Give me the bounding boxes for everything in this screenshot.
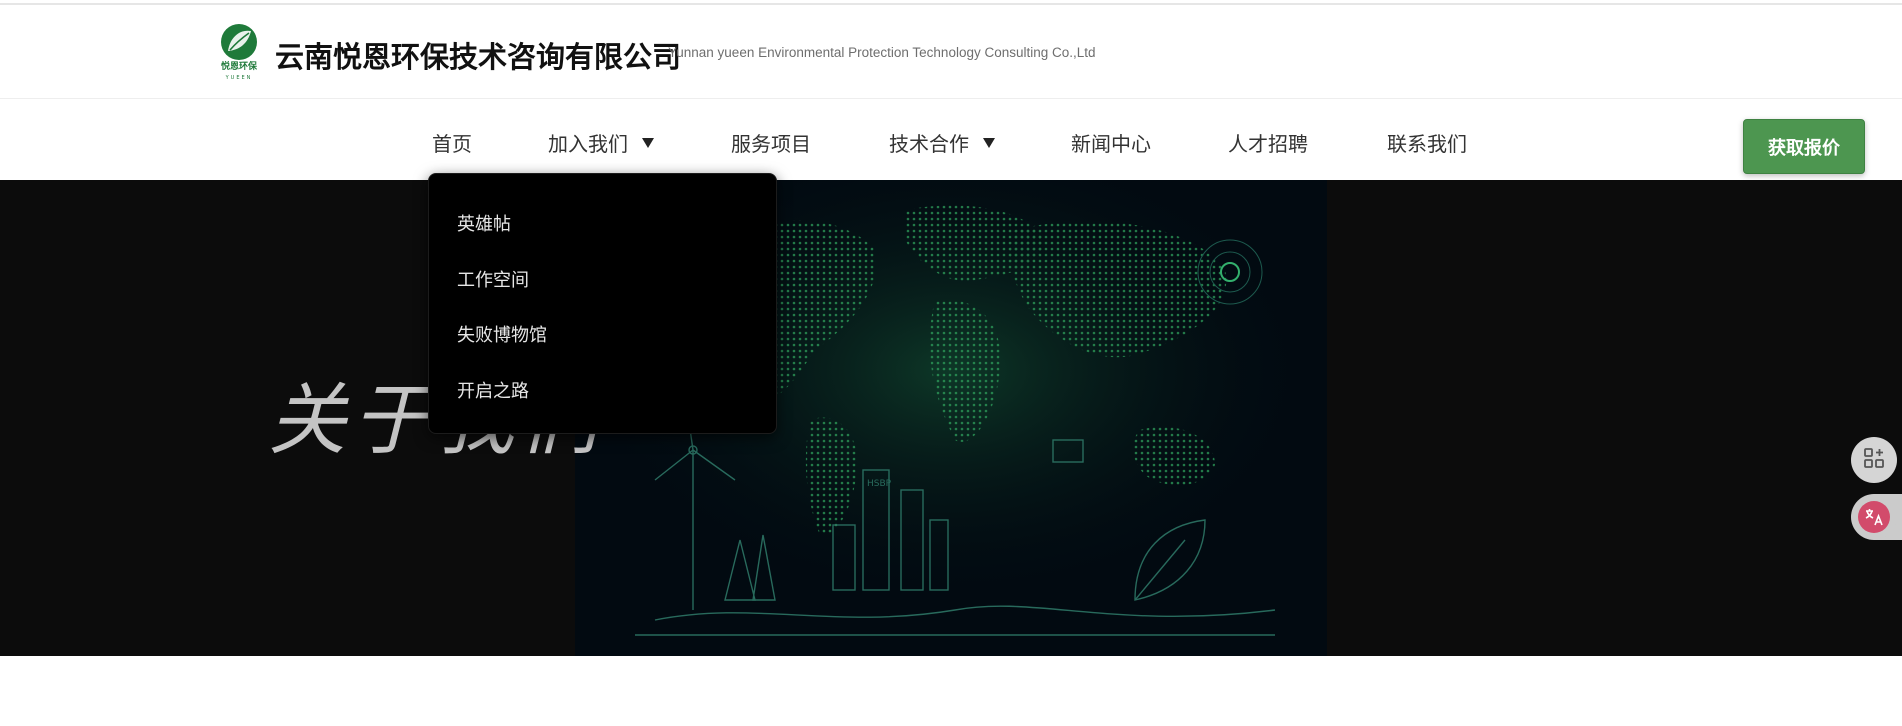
- nav-item-label: 技术合作: [889, 132, 969, 156]
- svg-text:YUEEN: YUEEN: [225, 75, 253, 81]
- dropdown-item-failure-museum[interactable]: 失败博物馆: [457, 321, 547, 347]
- translate-icon: [1858, 501, 1890, 533]
- dropdown-item-hero-post[interactable]: 英雄帖: [457, 210, 511, 236]
- svg-text:HSBP: HSBP: [867, 479, 892, 489]
- company-name: 云南悦恩环保技术咨询有限公司: [275, 40, 682, 74]
- nav-item-label: 服务项目: [731, 132, 811, 156]
- site-header: 悦恩环保 YUEEN 云南悦恩环保技术咨询有限公司 Yunnan yueen E…: [0, 5, 1902, 99]
- nav-item-contact[interactable]: 联系我们: [1387, 128, 1467, 157]
- company-name-en: Yunnan yueen Environmental Protection Te…: [668, 45, 1096, 60]
- dropdown-item-start-journey[interactable]: 开启之路: [457, 377, 529, 403]
- get-quote-button[interactable]: 获取报价: [1743, 119, 1865, 174]
- nav-item-label: 加入我们: [548, 132, 628, 156]
- nav-item-home[interactable]: 首页: [432, 128, 472, 157]
- join-us-dropdown-menu: 英雄帖 工作空间 失败博物馆 开启之路: [428, 173, 777, 434]
- caret-down-icon: [642, 137, 654, 148]
- nav-item-services[interactable]: 服务项目: [731, 128, 811, 157]
- apps-add-icon: [1862, 446, 1886, 474]
- company-logo[interactable]: 悦恩环保 YUEEN: [218, 23, 260, 83]
- translate-button[interactable]: [1851, 494, 1897, 540]
- nav-item-join-us[interactable]: 加入我们: [548, 128, 654, 157]
- nav-item-tech-cooperation[interactable]: 技术合作: [889, 128, 995, 157]
- nav-item-careers[interactable]: 人才招聘: [1228, 128, 1308, 157]
- hero-banner: HSBP 关于我们: [0, 180, 1902, 656]
- nav-item-label: 新闻中心: [1071, 132, 1151, 156]
- nav-item-label: 人才招聘: [1228, 132, 1308, 156]
- svg-text:悦恩环保: 悦恩环保: [221, 60, 258, 72]
- caret-down-icon: [983, 137, 995, 148]
- dropdown-item-workspace[interactable]: 工作空间: [457, 266, 529, 292]
- nav-item-news[interactable]: 新闻中心: [1071, 128, 1151, 157]
- main-nav: 首页 加入我们 服务项目 技术合作 新闻中心 人才招聘 联系我们: [0, 100, 1902, 180]
- nav-item-label: 首页: [432, 132, 472, 156]
- nav-item-label: 联系我们: [1387, 132, 1467, 156]
- apps-add-button[interactable]: [1851, 437, 1897, 483]
